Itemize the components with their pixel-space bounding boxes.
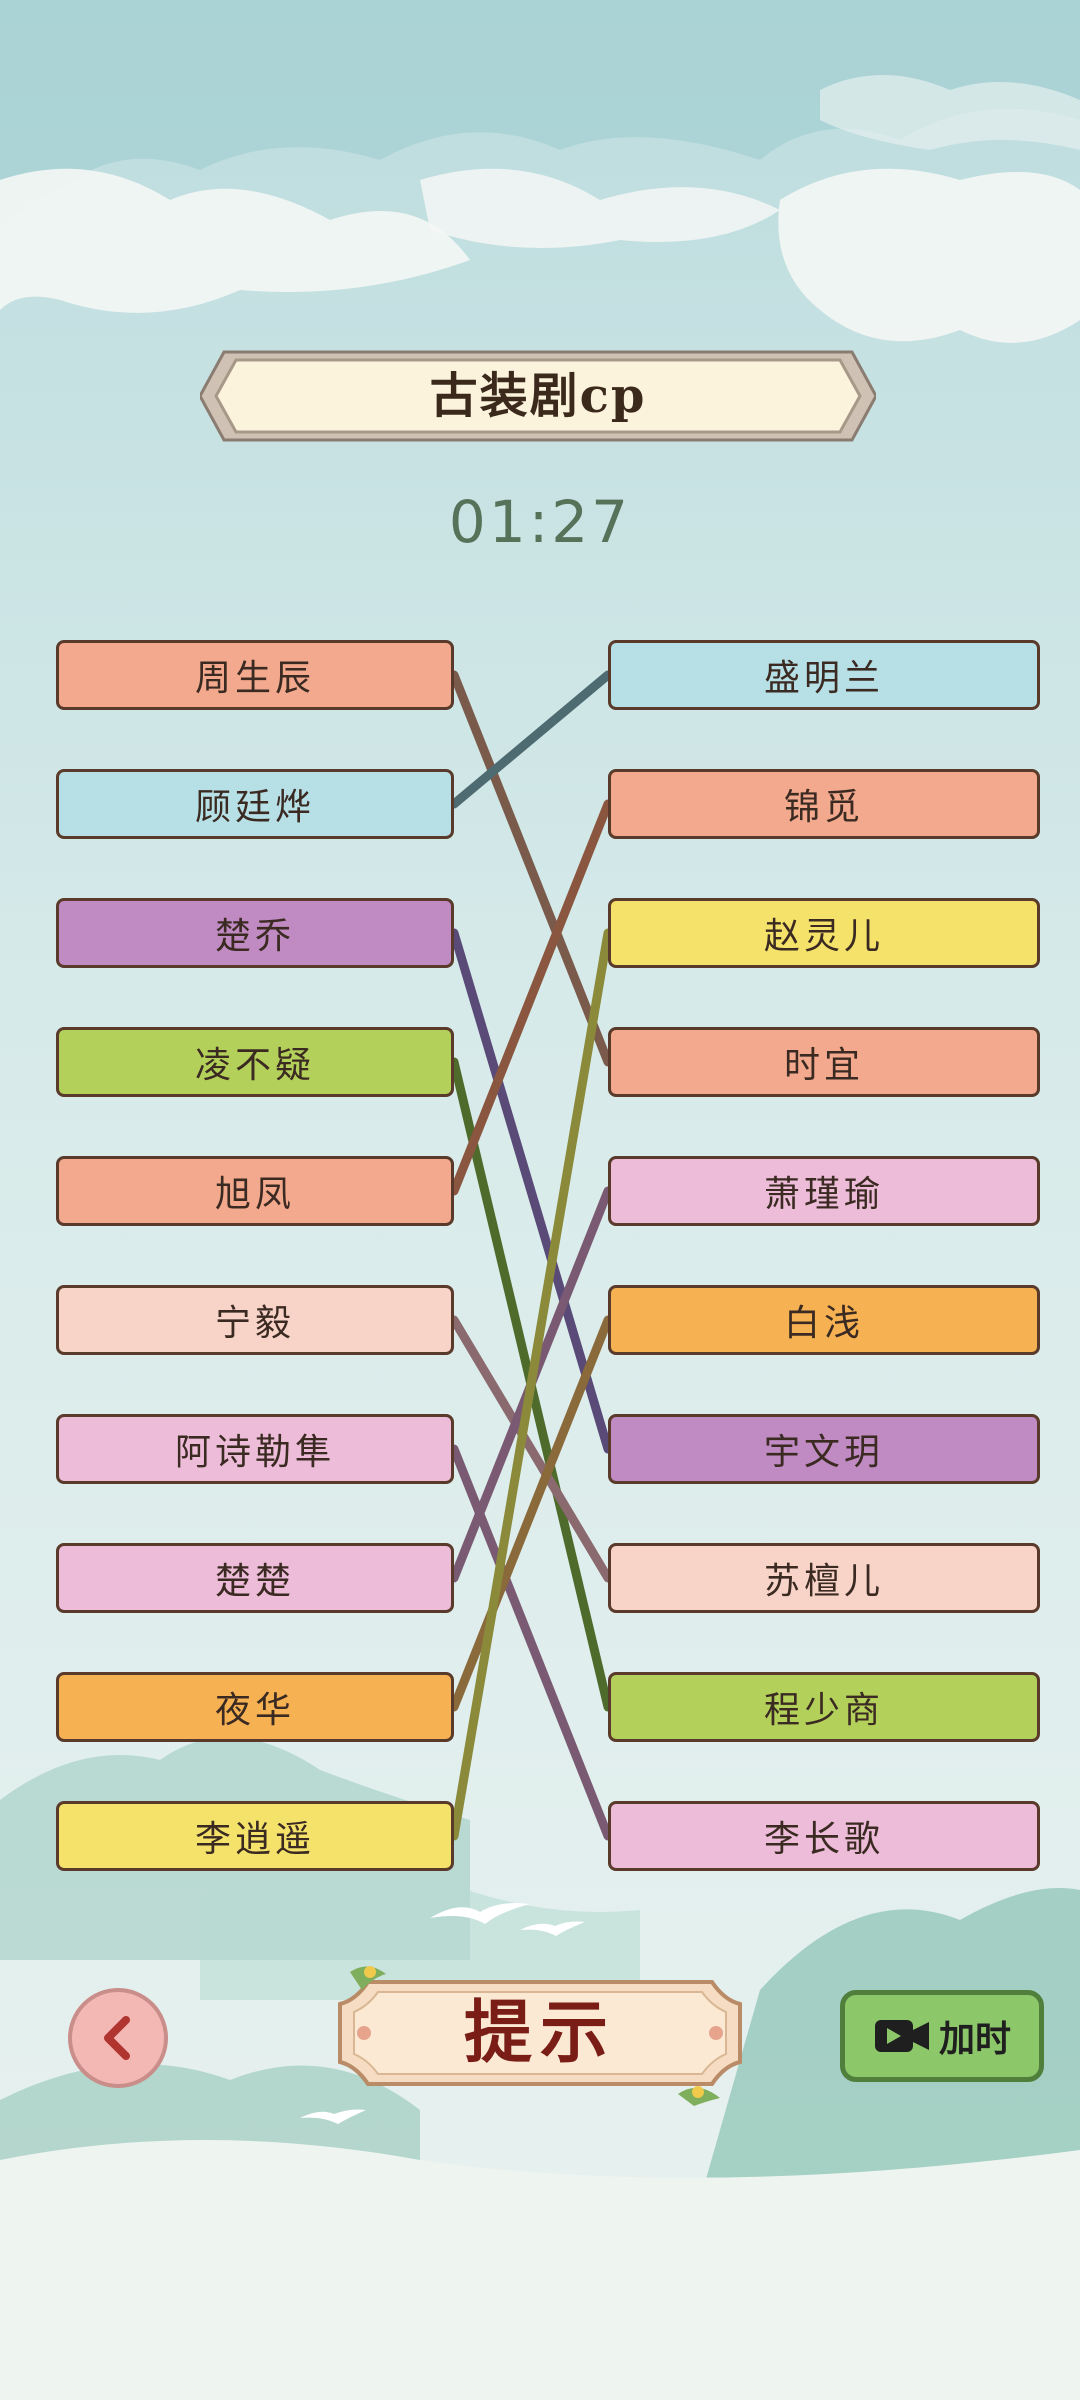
right-item-card[interactable]: 程少商 [608,1672,1040,1742]
video-camera-icon [874,2020,929,2052]
right-item-card[interactable]: 盛明兰 [608,640,1040,710]
chevron-left-icon [104,2016,130,2060]
left-item-card[interactable]: 楚楚 [56,1543,454,1613]
add-time-label: 加时 [938,2019,1011,2060]
left-item-card[interactable]: 周生辰 [56,640,454,710]
right-item-card[interactable]: 时宜 [608,1027,1040,1097]
left-item-card[interactable]: 宁毅 [56,1285,454,1355]
left-item-card[interactable]: 顾廷烨 [56,769,454,839]
left-item-card[interactable]: 阿诗勒隼 [56,1414,454,1484]
right-item-card[interactable]: 李长歌 [608,1801,1040,1871]
hint-label: 提示 [463,1993,616,2073]
right-item-card[interactable]: 宇文玥 [608,1414,1040,1484]
right-item-card[interactable]: 苏檀儿 [608,1543,1040,1613]
left-item-card[interactable]: 夜华 [56,1672,454,1742]
left-item-card[interactable]: 旭凤 [56,1156,454,1226]
right-item-card[interactable]: 锦觅 [608,769,1040,839]
right-item-card[interactable]: 赵灵儿 [608,898,1040,968]
add-time-button[interactable]: 加时 [840,1990,1044,2082]
left-item-card[interactable]: 凌不疑 [56,1027,454,1097]
back-button[interactable] [68,1988,168,2088]
left-item-card[interactable]: 楚乔 [56,898,454,968]
left-item-card[interactable]: 李逍遥 [56,1801,454,1871]
hint-button[interactable]: 提示 [328,1960,752,2106]
right-item-card[interactable]: 萧瑾瑜 [608,1156,1040,1226]
right-item-card[interactable]: 白浅 [608,1285,1040,1355]
